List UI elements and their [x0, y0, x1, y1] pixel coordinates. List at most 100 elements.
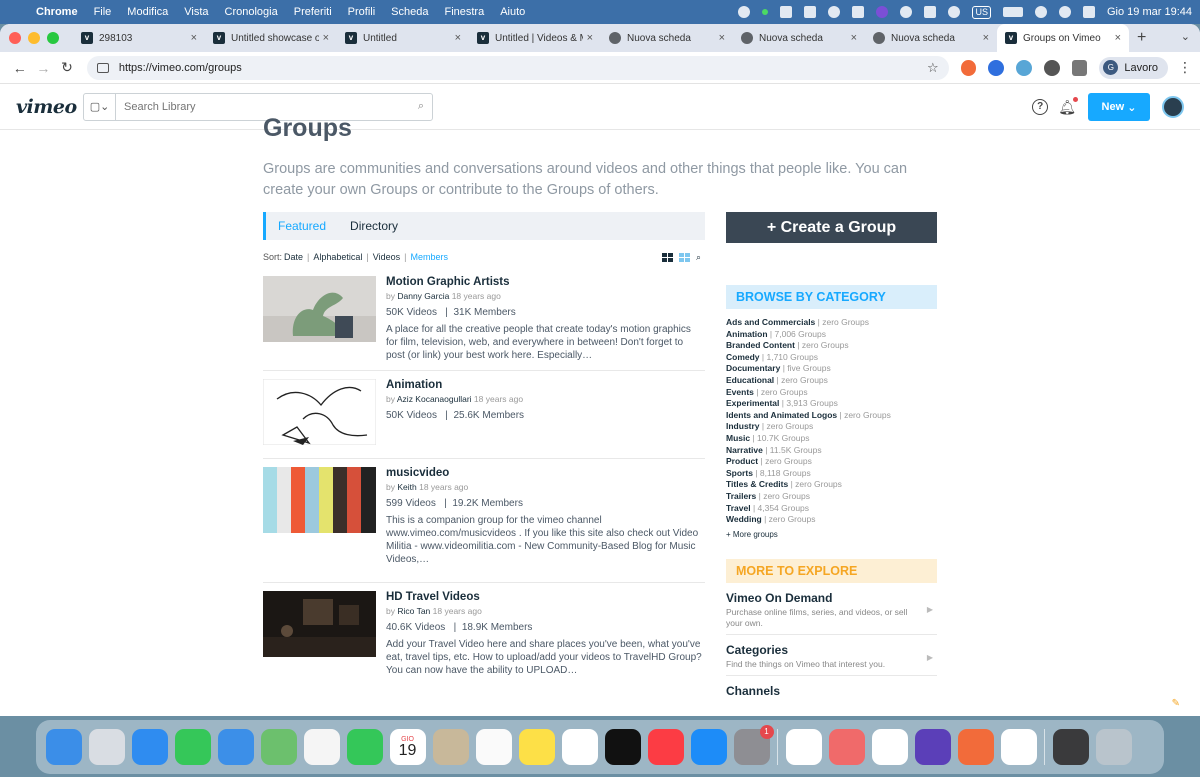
menu-vista[interactable]: Vista: [184, 6, 208, 18]
browser-tab[interactable]: v Untitled ×: [337, 24, 469, 52]
group-thumbnail[interactable]: [263, 467, 376, 533]
explore-item[interactable]: Vimeo On Demand Purchase online films, s…: [726, 583, 937, 635]
close-tab-icon[interactable]: ×: [851, 32, 857, 44]
menu-profili[interactable]: Profili: [348, 6, 376, 18]
group-thumbnail[interactable]: [263, 379, 376, 445]
airplane-icon[interactable]: [804, 6, 817, 18]
more-groups-link[interactable]: + More groups: [726, 530, 937, 539]
sort-videos[interactable]: Videos: [373, 252, 400, 262]
recent-window-icon[interactable]: [1052, 729, 1089, 765]
category-name[interactable]: Music: [726, 433, 750, 443]
category-name[interactable]: Ads and Commercials: [726, 317, 815, 327]
browser-tab-active[interactable]: v Groups on Vimeo ×: [997, 24, 1129, 52]
cloud-icon[interactable]: [852, 6, 865, 18]
browser-tab[interactable]: v Untitled | Videos & M ×: [469, 24, 601, 52]
search-input[interactable]: [116, 100, 418, 113]
explore-title[interactable]: Vimeo On Demand: [726, 591, 937, 605]
sort-date[interactable]: Date: [284, 252, 303, 262]
menu-scheda[interactable]: Scheda: [391, 6, 428, 18]
group-author[interactable]: Danny Garcia: [397, 291, 449, 301]
group-members[interactable]: 18.9K Members: [462, 622, 533, 633]
category-name[interactable]: Trailers: [726, 491, 756, 501]
browser-tab[interactable]: Nuova scheda ×: [601, 24, 733, 52]
brightness-icon[interactable]: [738, 6, 751, 18]
vpn-icon[interactable]: [876, 6, 889, 18]
explore-item[interactable]: Categories Find the things on Vimeo that…: [726, 635, 937, 676]
category-name[interactable]: Comedy: [726, 352, 760, 362]
proton-vpn-icon[interactable]: [914, 729, 951, 765]
reload-button[interactable]: ↻: [55, 59, 79, 76]
wifi-icon[interactable]: [1035, 6, 1047, 18]
close-tab-icon[interactable]: ×: [1115, 32, 1121, 44]
help-icon[interactable]: ?: [1032, 99, 1049, 115]
notion-icon[interactable]: [924, 6, 937, 18]
group-name[interactable]: HD Travel Videos: [386, 591, 705, 603]
category-name[interactable]: Narrative: [726, 445, 763, 455]
extension-sync-icon[interactable]: [1016, 59, 1032, 76]
forward-button[interactable]: →: [32, 60, 56, 76]
finder-icon[interactable]: [45, 729, 82, 765]
close-tab-icon[interactable]: ×: [983, 32, 989, 44]
menu-aiuto[interactable]: Aiuto: [500, 6, 525, 18]
trash-icon[interactable]: [1095, 729, 1132, 765]
library-filter-icon[interactable]: ▢⌄: [84, 93, 116, 120]
tab-featured[interactable]: Featured: [266, 219, 338, 233]
facetime-icon[interactable]: [346, 729, 383, 765]
group-author[interactable]: Rico Tan: [397, 606, 430, 616]
create-group-button[interactable]: + Create a Group: [726, 212, 937, 243]
vimeo-logo[interactable]: vimeo: [16, 96, 78, 118]
input-source[interactable]: US: [972, 5, 991, 19]
safari-icon[interactable]: [131, 729, 168, 765]
reminders-icon[interactable]: [475, 729, 512, 765]
notification-bell-icon[interactable]: 🔔︎: [1058, 96, 1078, 116]
close-tab-icon[interactable]: ×: [191, 32, 197, 44]
category-name[interactable]: Experimental: [726, 398, 779, 408]
grid-view-icon[interactable]: [661, 253, 673, 262]
music-icon[interactable]: [647, 729, 684, 765]
address-bar[interactable]: https://vimeo.com/groups ☆: [86, 55, 949, 80]
user-avatar[interactable]: [1162, 96, 1184, 118]
maps-icon[interactable]: [260, 729, 297, 765]
group-videos[interactable]: 40.6K Videos: [386, 622, 445, 633]
battery-icon[interactable]: [1003, 7, 1023, 17]
menu-finestra[interactable]: Finestra: [444, 6, 484, 18]
claude-icon[interactable]: [957, 729, 994, 765]
zoom-window-button[interactable]: [47, 32, 59, 44]
browser-tab[interactable]: Nuova scheda ×: [865, 24, 997, 52]
url-text[interactable]: https://vimeo.com/groups: [119, 62, 927, 74]
browser-tab[interactable]: v 298103 ×: [73, 24, 205, 52]
back-button[interactable]: ←: [8, 60, 32, 76]
group-members[interactable]: 31K Members: [453, 307, 515, 318]
calendar-icon[interactable]: GIO 19: [389, 729, 426, 765]
group-name[interactable]: Animation: [386, 379, 705, 391]
close-tab-icon[interactable]: ×: [455, 32, 461, 44]
search-groups-icon[interactable]: ⌕: [696, 252, 701, 263]
group-author[interactable]: Aziz Kocanaogullari: [397, 394, 472, 404]
messages-icon[interactable]: [174, 729, 211, 765]
system-settings-icon[interactable]: 1: [733, 725, 774, 765]
category-name[interactable]: Sports: [726, 468, 753, 478]
app-store-icon[interactable]: [690, 729, 727, 765]
apple-tv-icon[interactable]: [604, 729, 641, 765]
sort-members[interactable]: Members: [410, 252, 448, 262]
explore-title[interactable]: Channels: [726, 684, 937, 698]
moon-icon[interactable]: [948, 6, 961, 18]
menubar-clock[interactable]: Gio 19 mar 19:44: [1107, 6, 1192, 18]
extensions-puzzle-icon[interactable]: [1071, 59, 1088, 76]
minimize-window-button[interactable]: [28, 32, 40, 44]
launchpad-icon[interactable]: [88, 729, 125, 765]
apps-icon[interactable]: [900, 6, 913, 18]
sync-icon[interactable]: [780, 6, 793, 18]
chrome-icon[interactable]: [1000, 729, 1037, 765]
group-name[interactable]: musicvideo: [386, 467, 705, 479]
mail-icon[interactable]: [217, 729, 254, 765]
category-name[interactable]: Educational: [726, 375, 774, 385]
category-name[interactable]: Animation: [726, 329, 768, 339]
tab-directory[interactable]: Directory: [338, 219, 410, 233]
apple-icon[interactable]: [8, 5, 22, 19]
menu-cronologia[interactable]: Cronologia: [225, 6, 278, 18]
tab-search-chevron-icon[interactable]: ⌄: [1181, 30, 1190, 43]
extension-gear-icon[interactable]: [1043, 59, 1060, 76]
close-tab-icon[interactable]: ×: [323, 32, 329, 44]
freeform-icon[interactable]: [561, 729, 598, 765]
